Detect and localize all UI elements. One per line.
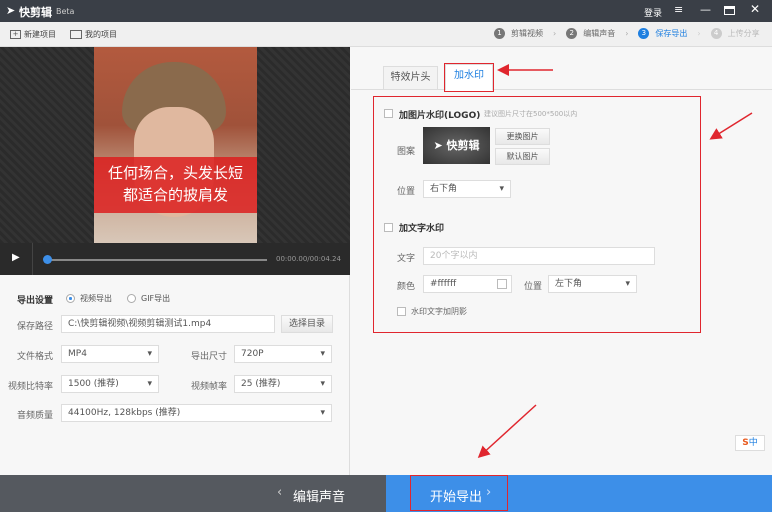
arrow-to-export	[477, 404, 537, 459]
arrow-to-settings	[709, 112, 753, 140]
annotation-arrows	[477, 64, 753, 459]
